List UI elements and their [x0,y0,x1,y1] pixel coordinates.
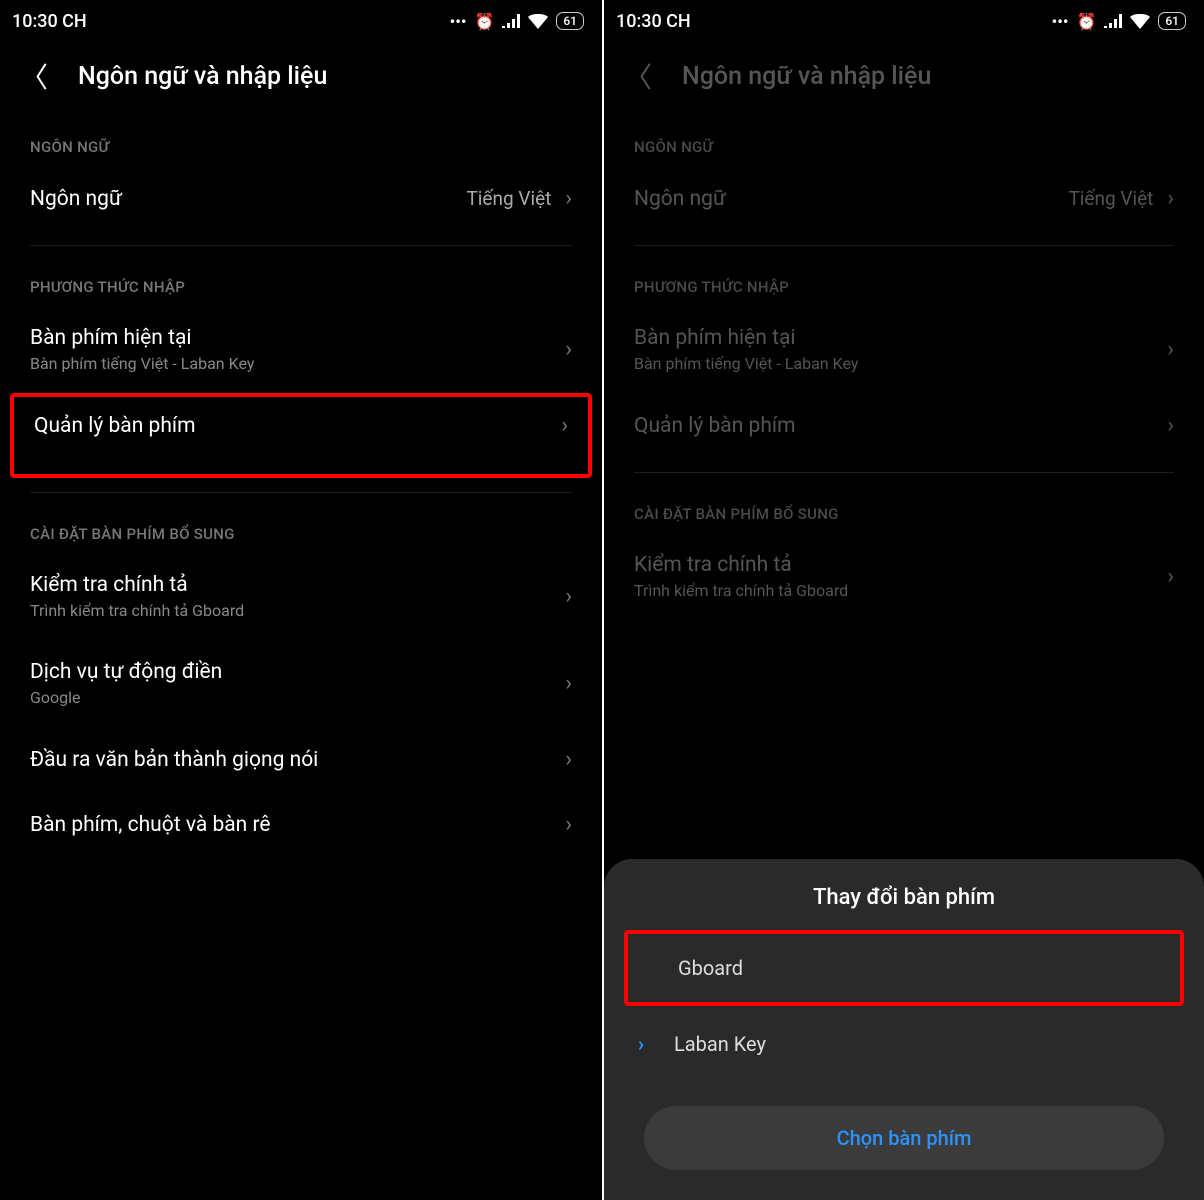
current-keyboard-sub: Bàn phím tiếng Việt - Laban Key [30,354,254,373]
language-value: Tiếng Việt [1068,187,1153,210]
section-extra: CÀI ĐẶT BÀN PHÍM BỔ SUNG [604,487,1204,533]
chevron-right-icon: › [565,584,572,609]
section-extra: CÀI ĐẶT BÀN PHÍM BỔ SUNG [0,507,602,553]
autofill-row[interactable]: Dịch vụ tự động điền Google › [0,640,602,727]
wifi-icon [528,14,548,29]
section-language: NGÔN NGỮ [604,120,1204,166]
language-label: Ngôn ngữ [634,187,726,211]
section-input: PHƯƠNG THỨC NHẬP [604,260,1204,306]
manage-keyboards-label: Quản lý bàn phím [634,414,796,438]
spellcheck-row[interactable]: Kiểm tra chính tả Trình kiểm tra chính t… [0,553,602,640]
current-keyboard-row[interactable]: Bàn phím hiện tại Bàn phím tiếng Việt - … [0,306,602,393]
chevron-right-icon: › [565,337,572,362]
page-title: Ngôn ngữ và nhập liệu [78,62,327,91]
alarm-icon: ⏰ [1076,12,1096,31]
current-keyboard-label: Bàn phím hiện tại [30,326,254,350]
manage-keyboards-row: Quản lý bàn phím › [604,393,1204,458]
more-icon: ••• [450,12,467,31]
signal-icon [1104,14,1122,28]
option-label: Gboard [678,956,743,980]
pointer-label: Bàn phím, chuột và bàn rê [30,813,271,837]
sheet-title: Thay đổi bàn phím [624,885,1184,910]
status-bar: 10:30 CH ••• ⏰ 61 [604,0,1204,38]
keyboard-option-gboard[interactable]: Gboard [624,930,1184,1006]
option-label: Laban Key [674,1032,766,1056]
chevron-right-icon: › [1167,186,1174,211]
battery-icon: 61 [556,12,584,30]
dimmed-background: 〈 Ngôn ngữ và nhập liệu NGÔN NGỮ Ngôn ng… [604,38,1204,620]
language-row[interactable]: Ngôn ngữ Tiếng Việt › [0,166,602,231]
section-language: NGÔN NGỮ [0,120,602,166]
manage-keyboards-label: Quản lý bàn phím [34,414,196,438]
current-keyboard-sub: Bàn phím tiếng Việt - Laban Key [634,354,858,373]
divider [634,245,1174,246]
language-label: Ngôn ngữ [30,187,122,211]
chevron-right-icon: › [1167,337,1174,362]
status-time: 10:30 CH [616,11,691,32]
check-icon: › [638,1032,644,1056]
alarm-icon: ⏰ [474,12,494,31]
chevron-right-icon: › [565,671,572,696]
chevron-right-icon: › [1167,564,1174,589]
language-row: Ngôn ngữ Tiếng Việt › [604,166,1204,231]
tts-label: Đầu ra văn bản thành giọng nói [30,748,318,772]
phone-screen-left: 10:30 CH ••• ⏰ 61 〈 Ngôn ngữ và nhập liệ… [0,0,602,1200]
status-icons: ••• ⏰ 61 [450,12,584,31]
back-button: 〈 [624,56,652,96]
action-label: Chọn bàn phím [837,1126,972,1150]
spellcheck-label: Kiểm tra chính tả [30,573,244,597]
spellcheck-sub: Trình kiểm tra chính tả Gboard [634,581,848,600]
status-bar: 10:30 CH ••• ⏰ 61 [0,0,602,38]
current-keyboard-row: Bàn phím hiện tại Bàn phím tiếng Việt - … [604,306,1204,393]
autofill-sub: Google [30,688,222,707]
language-value: Tiếng Việt [466,187,551,210]
page-title: Ngôn ngữ và nhập liệu [682,62,931,91]
autofill-label: Dịch vụ tự động điền [30,660,222,684]
chevron-right-icon: › [565,812,572,837]
manage-keyboards-row[interactable]: Quản lý bàn phím › [10,393,592,478]
more-icon: ••• [1052,12,1069,31]
battery-icon: 61 [1158,12,1186,30]
spellcheck-label: Kiểm tra chính tả [634,553,848,577]
divider [30,245,572,246]
status-icons: ••• ⏰ 61 [1052,12,1186,31]
chevron-right-icon: › [1167,413,1174,438]
divider [634,472,1174,473]
signal-icon [502,14,520,28]
page-header: 〈 Ngôn ngữ và nhập liệu [0,38,602,120]
status-time: 10:30 CH [12,11,87,32]
section-input: PHƯƠNG THỨC NHẬP [0,260,602,306]
tts-row[interactable]: Đầu ra văn bản thành giọng nói › [0,727,602,792]
phone-screen-right: 10:30 CH ••• ⏰ 61 〈 Ngôn ngữ và nhập liệ… [602,0,1204,1200]
keyboard-option-labankey[interactable]: › Laban Key [624,1010,1184,1078]
current-keyboard-label: Bàn phím hiện tại [634,326,858,350]
wifi-icon [1130,14,1150,29]
chevron-right-icon: › [565,747,572,772]
pointer-row[interactable]: Bàn phím, chuột và bàn rê › [0,792,602,857]
chevron-right-icon: › [561,413,568,438]
choose-keyboard-button[interactable]: Chọn bàn phím [644,1106,1164,1170]
spellcheck-row: Kiểm tra chính tả Trình kiểm tra chính t… [604,533,1204,620]
back-button[interactable]: 〈 [20,56,48,96]
page-header: 〈 Ngôn ngữ và nhập liệu [604,38,1204,120]
spellcheck-sub: Trình kiểm tra chính tả Gboard [30,601,244,620]
keyboard-picker-sheet: Thay đổi bàn phím Gboard › Laban Key Chọ… [604,859,1204,1200]
chevron-right-icon: › [565,186,572,211]
divider [30,492,572,493]
